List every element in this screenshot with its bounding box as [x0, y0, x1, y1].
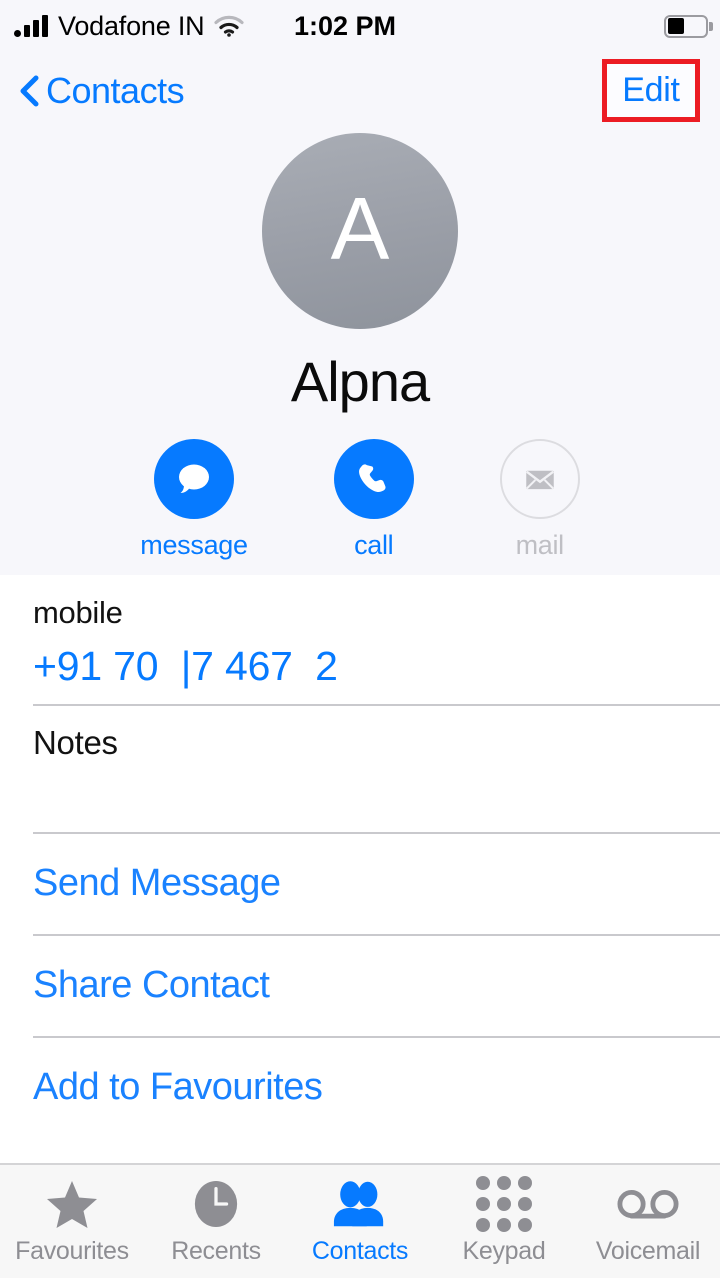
phone-number-value[interactable]: +91 70 |7 467 2: [33, 643, 687, 690]
phone-label: mobile: [33, 594, 123, 630]
phone-field-row[interactable]: mobile +91 70 |7 467 2: [0, 575, 720, 704]
tab-contacts[interactable]: Contacts: [288, 1165, 432, 1278]
tab-recents-label: Recents: [171, 1236, 261, 1265]
status-bar-right: [664, 14, 720, 38]
share-contact-row[interactable]: Share Contact: [0, 936, 720, 1036]
phone-screen: Vodafone IN 1:02 PM Contacts Edit A Alpn…: [0, 0, 720, 1278]
voicemail-icon: [617, 1178, 679, 1230]
tab-contacts-label: Contacts: [311, 1236, 409, 1265]
tab-keypad[interactable]: Keypad: [432, 1165, 576, 1278]
tab-bar: Favourites Recents Contacts Keypad Voice…: [0, 1163, 720, 1278]
add-to-favourites-label: Add to Favourites: [33, 1066, 323, 1109]
tab-favourites[interactable]: Favourites: [0, 1165, 144, 1278]
back-to-contacts-button[interactable]: Contacts: [0, 70, 185, 112]
message-bubble-icon: [154, 438, 234, 519]
tab-recents[interactable]: Recents: [144, 1165, 288, 1278]
mail-action-button: mail: [499, 438, 580, 561]
status-bar: Vodafone IN 1:02 PM: [0, 0, 720, 52]
star-icon: [46, 1178, 98, 1230]
wifi-icon: [214, 15, 245, 37]
status-bar-left: Vodafone IN: [0, 10, 245, 42]
page-title: Alpna: [290, 350, 430, 413]
avatar-initial: A: [330, 179, 390, 278]
contact-header: A Alpna message call mail: [0, 130, 720, 575]
people-icon: [332, 1178, 388, 1230]
phone-handset-icon: [333, 438, 414, 519]
tab-voicemail-label: Voicemail: [595, 1236, 701, 1265]
message-action-button[interactable]: message: [140, 438, 248, 561]
navigation-bar: Contacts Edit: [0, 52, 720, 130]
edit-label: Edit: [622, 71, 680, 109]
call-action-label: call: [354, 529, 394, 560]
avatar: A: [262, 133, 458, 329]
chevron-left-icon: [18, 74, 40, 108]
mail-action-label: mail: [515, 529, 565, 560]
notes-field-row[interactable]: Notes: [0, 706, 720, 832]
tab-keypad-label: Keypad: [462, 1236, 546, 1265]
contact-details-list: mobile +91 70 |7 467 2 Notes Send Messag…: [0, 574, 720, 1163]
tab-favourites-label: Favourites: [15, 1236, 129, 1265]
signal-bars-icon: [14, 15, 48, 37]
clock-icon: [192, 1178, 240, 1230]
battery-icon: [664, 14, 713, 38]
edit-button[interactable]: Edit: [602, 59, 700, 122]
message-action-label: message: [140, 529, 248, 560]
envelope-icon: [499, 438, 580, 519]
send-message-row[interactable]: Send Message: [0, 834, 720, 934]
call-action-button[interactable]: call: [333, 438, 414, 561]
send-message-label: Send Message: [33, 862, 281, 905]
carrier-label: Vodafone IN: [58, 10, 205, 41]
tab-voicemail[interactable]: Voicemail: [576, 1165, 720, 1278]
add-to-favourites-row[interactable]: Add to Favourites: [0, 1038, 720, 1138]
keypad-dots-icon: [476, 1175, 532, 1232]
quick-actions: message call mail: [140, 438, 580, 561]
back-label: Contacts: [46, 70, 185, 111]
share-contact-label: Share Contact: [33, 964, 270, 1007]
notes-label: Notes: [33, 723, 118, 761]
